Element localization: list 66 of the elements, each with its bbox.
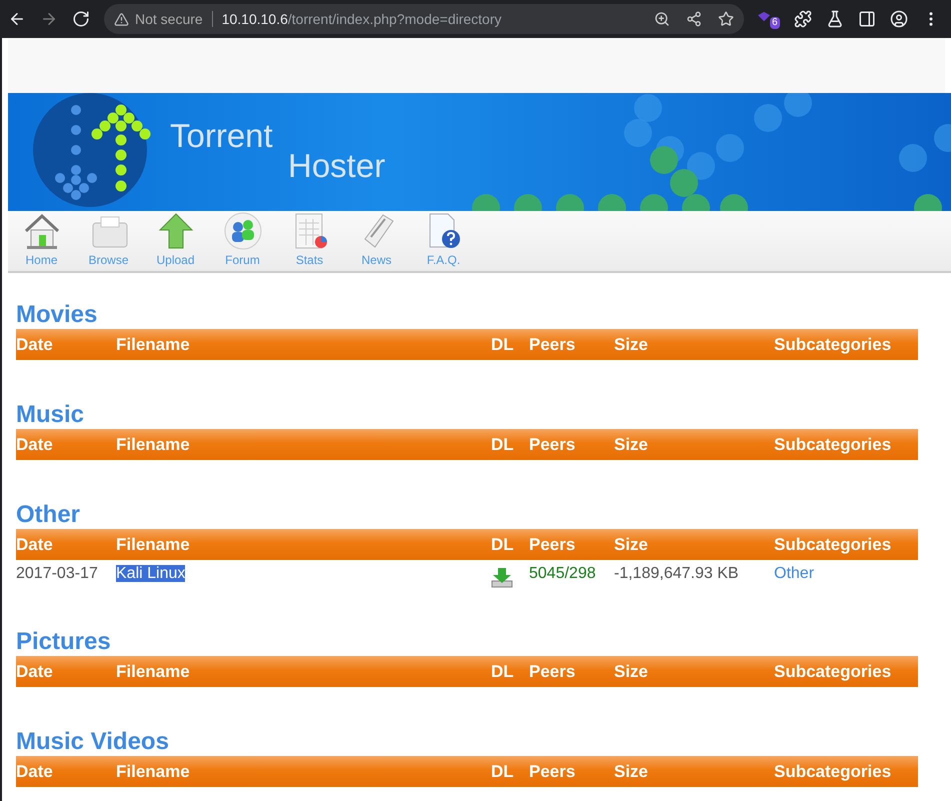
column-header: Filename <box>116 434 191 456</box>
column-header: Peers <box>529 660 576 683</box>
column-header: Filename <box>116 760 191 783</box>
table-cell-text: -1,189,647.93 KB <box>614 564 740 584</box>
column-header: Date <box>16 534 54 556</box>
column-header: Subcategories <box>774 760 892 783</box>
table-cell-text: 5045/298 <box>529 564 597 584</box>
table-cell-text: 2017-03-17 <box>16 564 99 584</box>
category-heading: Pictures <box>16 628 112 656</box>
warning-icon <box>114 12 129 26</box>
column-header: DL <box>491 660 515 683</box>
column-header: Size <box>614 434 650 456</box>
nav-link[interactable]: Forum <box>217 211 268 269</box>
column-header: Peers <box>529 334 576 356</box>
column-header: Subcategories <box>774 334 892 356</box>
nav-link[interactable]: Upload <box>150 211 201 269</box>
nav-link[interactable]: Browse <box>83 211 134 269</box>
security-label: Not secure <box>135 10 203 28</box>
column-header: DL <box>491 760 515 783</box>
bookmark-icon[interactable] <box>718 11 734 27</box>
column-header: Peers <box>529 534 576 556</box>
extensions-icon[interactable] <box>794 10 812 28</box>
category-heading: Music <box>16 401 86 429</box>
column-header: Size <box>614 760 650 783</box>
extension-icon[interactable] <box>758 11 770 23</box>
column-header: Subcategories <box>774 534 892 556</box>
column-header: DL <box>491 534 515 556</box>
column-header: Subcategories <box>774 660 892 683</box>
column-header: Size <box>614 660 650 683</box>
side-panel-icon[interactable] <box>858 10 876 28</box>
column-header: Filename <box>116 534 191 556</box>
zoom-icon[interactable] <box>654 11 670 27</box>
flask-icon[interactable] <box>826 10 844 28</box>
column-header: Filename <box>116 660 191 683</box>
address-bar[interactable]: Not secure 10.10.10.6/torrent/index.php?mode=directory <box>104 4 744 34</box>
column-header: Size <box>614 534 650 556</box>
download-icon[interactable] <box>491 566 513 588</box>
site-title: Torrent <box>170 119 273 152</box>
column-header: Size <box>614 334 650 356</box>
file-link[interactable]: Kali Linux <box>116 565 186 582</box>
reload-icon[interactable] <box>72 10 90 28</box>
nav-link[interactable]: News <box>351 211 402 269</box>
column-header: Date <box>16 434 54 456</box>
column-header: Date <box>16 334 54 356</box>
site-title: Hoster <box>288 149 386 182</box>
column-header: DL <box>491 434 515 456</box>
profile-icon[interactable] <box>890 10 908 28</box>
column-header: Peers <box>529 434 576 456</box>
back-icon[interactable] <box>8 10 26 28</box>
nav-link[interactable]: Stats <box>284 211 335 269</box>
subcategory-link[interactable]: Other <box>774 562 814 586</box>
nav-link[interactable]: F.A.Q. <box>418 211 469 269</box>
category-heading: Music Videos <box>16 728 170 756</box>
column-header: Subcategories <box>774 434 892 456</box>
url-text: 10.10.10.6/torrent/index.php?mode=directory <box>222 10 502 29</box>
nav-link[interactable]: Home <box>16 211 67 269</box>
category-heading: Movies <box>16 301 98 329</box>
column-header: Peers <box>529 760 576 783</box>
extension-badge: 6 <box>770 17 780 29</box>
column-header: DL <box>491 334 515 356</box>
column-header: Date <box>16 760 54 783</box>
forward-icon[interactable] <box>40 10 58 28</box>
column-header: Date <box>16 660 54 683</box>
share-icon[interactable] <box>686 11 702 27</box>
category-heading: Other <box>16 501 82 529</box>
column-header: Filename <box>116 334 191 356</box>
